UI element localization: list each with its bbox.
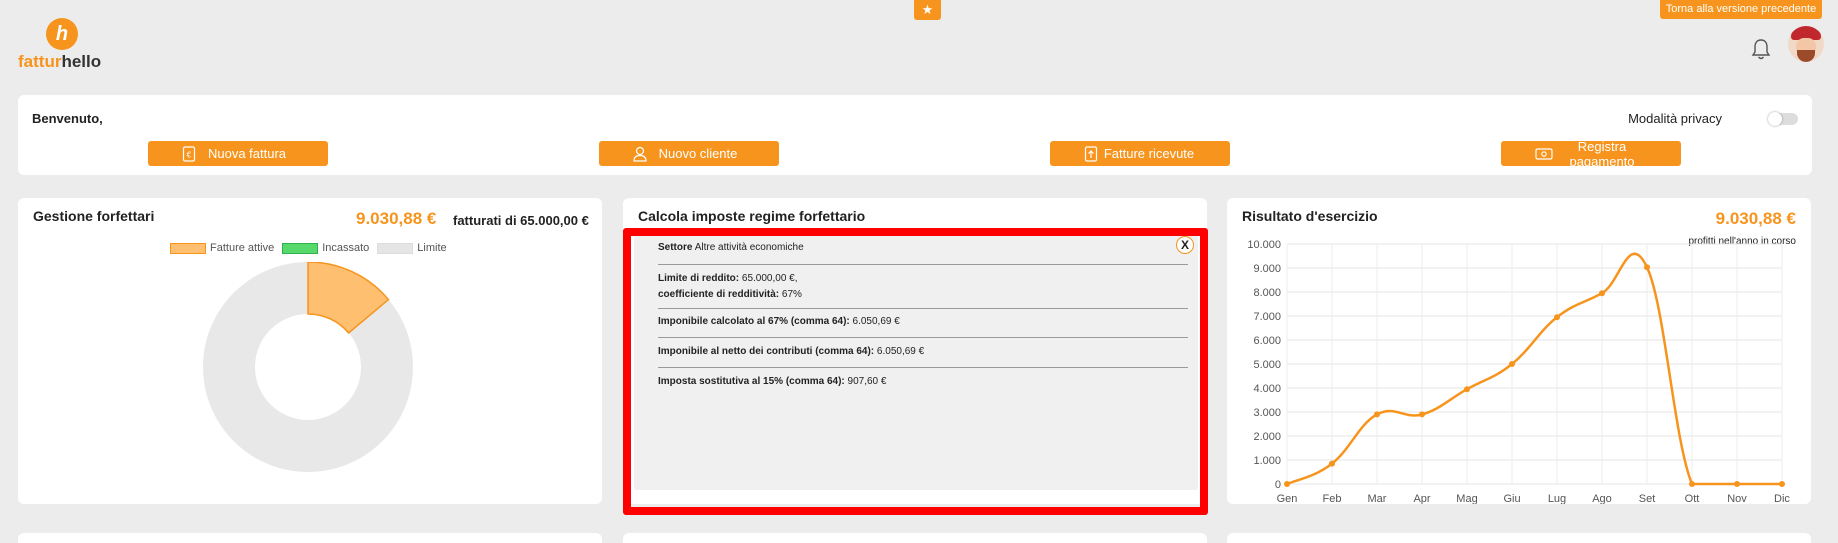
x-tick-label: Giu (1503, 493, 1520, 504)
bottom-card (18, 533, 602, 543)
netto-row: Imponibile al netto dei contributi (comm… (658, 346, 925, 357)
x-tick-label: Dic (1774, 493, 1790, 504)
svg-text:€: € (186, 150, 191, 159)
register-payment-label: Registra pagamento (1569, 138, 1635, 169)
privacy-mode-label: Modalità privacy (1628, 111, 1722, 126)
new-invoice-button[interactable]: € Nuova fattura (148, 141, 328, 166)
welcome-title: Benvenuto, (32, 111, 103, 126)
user-icon (633, 146, 647, 162)
bottom-card (1227, 533, 1811, 543)
logo-wordmark: fatturhello (18, 52, 102, 71)
fatturhello-logo[interactable]: h fatturhello (18, 18, 128, 72)
limite-row: Limite di reddito: 65.000,00 €, coeffici… (658, 273, 802, 300)
y-tick-label: 1.000 (1253, 455, 1281, 467)
logo-mark-icon: h (46, 18, 78, 50)
new-client-label: Nuovo cliente (658, 146, 738, 161)
x-tick-label: Mar (1368, 493, 1387, 504)
gestione-forfettari-card: Gestione forfettari 9.030,88 € fatturati… (18, 198, 602, 504)
data-point (1284, 481, 1290, 487)
y-tick-label: 0 (1275, 479, 1281, 491)
payment-icon (1535, 147, 1553, 160)
data-point (1419, 411, 1425, 418)
x-tick-label: Nov (1727, 493, 1747, 504)
x-tick-label: Mag (1456, 493, 1477, 504)
y-tick-label: 8.000 (1253, 287, 1281, 299)
y-tick-label: 3.000 (1253, 407, 1281, 419)
x-tick-label: Ago (1592, 493, 1612, 504)
data-point (1599, 290, 1605, 297)
divider (658, 337, 1188, 338)
data-point (1554, 314, 1560, 321)
divider (658, 264, 1188, 265)
gestione-amount: 9.030,88 € (356, 209, 437, 228)
back-to-previous-version-button[interactable]: Torna alla versione precedente (1660, 0, 1822, 19)
x-tick-label: Gen (1277, 493, 1298, 504)
forfettari-donut-chart (203, 262, 413, 472)
x-tick-label: Feb (1323, 493, 1342, 504)
legend-item-collected[interactable]: Incassato (282, 242, 369, 254)
received-invoices-button[interactable]: Fatture ricevute (1050, 141, 1230, 166)
bell-icon[interactable] (1750, 37, 1772, 61)
register-payment-button[interactable]: Registra pagamento (1501, 138, 1681, 169)
data-point (1689, 481, 1695, 487)
fatturati-limit: fatturati di 65.000,00 € (453, 213, 589, 228)
data-point (1779, 481, 1785, 487)
avatar[interactable] (1788, 26, 1824, 62)
y-tick-label: 7.000 (1253, 311, 1281, 323)
profit-series-line (1286, 252, 1782, 486)
calcola-details-panel: Settore Altre attività economiche Limite… (634, 228, 1198, 490)
data-point (1644, 264, 1650, 271)
x-tick-label: Ott (1685, 493, 1700, 504)
divider (658, 367, 1188, 368)
star-icon[interactable]: ★ (914, 0, 941, 20)
bottom-card (623, 533, 1207, 543)
y-tick-label: 5.000 (1253, 359, 1281, 371)
y-tick-label: 6.000 (1253, 335, 1281, 347)
y-tick-label: 10.000 (1247, 239, 1281, 251)
gestione-title: Gestione forfettari (33, 208, 155, 224)
divider (658, 308, 1188, 309)
imponibile-row: Imponibile calcolato al 67% (comma 64): … (658, 316, 900, 327)
data-point (1734, 481, 1740, 487)
risultato-esercizio-card: Risultato d'esercizio 9.030,88 € profitt… (1227, 198, 1811, 504)
legend-item-active-invoices[interactable]: Fatture attive (170, 242, 274, 254)
x-tick-label: Apr (1413, 493, 1430, 504)
imposta-row: Imposta sostitutiva al 15% (comma 64): 9… (658, 376, 887, 387)
new-client-button[interactable]: Nuovo cliente (599, 141, 779, 166)
data-point (1509, 361, 1515, 367)
calcola-title: Calcola imposte regime forfettario (638, 208, 866, 224)
privacy-mode-toggle[interactable] (1768, 112, 1798, 126)
new-invoice-label: Nuova fattura (207, 146, 287, 161)
legend-item-limit[interactable]: Limite (377, 242, 447, 254)
profit-line-chart: 0 1.000 2.000 3.000 4.000 5.000 6.000 7.000 8.00… (1247, 239, 1790, 504)
data-point (1374, 411, 1380, 418)
chart-legend: Fatture attive Incassato Limite (170, 242, 455, 254)
y-tick-label: 2.000 (1253, 431, 1281, 443)
upload-icon (1084, 145, 1098, 162)
data-point (1329, 460, 1335, 467)
close-button[interactable]: X (1176, 236, 1194, 254)
y-tick-label: 9.000 (1253, 263, 1281, 275)
y-tick-label: 4.000 (1253, 383, 1281, 395)
x-tick-label: Lug (1548, 493, 1566, 504)
x-tick-label: Set (1639, 493, 1656, 504)
calcola-imposte-card: Calcola imposte regime forfettario Setto… (623, 198, 1207, 504)
welcome-card: Benvenuto, Modalità privacy € Nuova fatt… (18, 95, 1812, 175)
invoice-icon: € (182, 145, 196, 162)
settore-row: Settore Altre attività economiche (658, 242, 804, 253)
data-point (1464, 386, 1470, 393)
received-invoices-label: Fatture ricevute (1103, 146, 1195, 161)
